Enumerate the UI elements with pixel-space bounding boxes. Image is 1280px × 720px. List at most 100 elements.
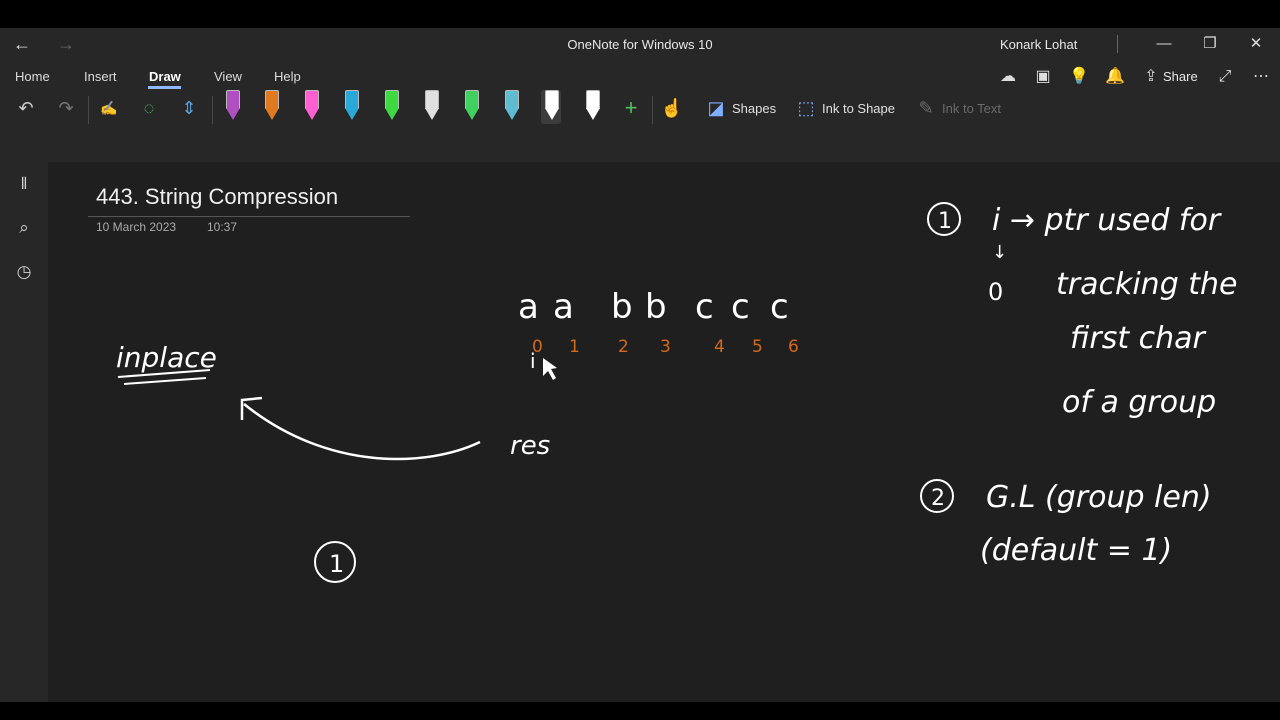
pen-10[interactable] xyxy=(582,90,602,124)
note1-line3: first char xyxy=(1070,321,1207,356)
tab-home[interactable]: Home xyxy=(15,69,50,84)
pen-2[interactable] xyxy=(261,90,281,124)
pen-barrel xyxy=(265,90,279,109)
share-button[interactable]: Share xyxy=(1163,69,1198,84)
pen-9[interactable] xyxy=(541,90,561,124)
pen-8[interactable] xyxy=(501,90,521,124)
curved-arrow xyxy=(243,403,481,461)
pen-barrel xyxy=(586,90,600,109)
window-title: OneNote for Windows 10 xyxy=(567,37,713,52)
inplace-label: inplace xyxy=(116,341,217,374)
pen-barrel xyxy=(505,90,519,109)
sequence-indices: 0123456 xyxy=(532,337,799,357)
share-icon[interactable]: ⇪ xyxy=(1140,66,1162,88)
tab-insert[interactable]: Insert xyxy=(84,69,117,84)
pen-tip xyxy=(505,108,519,120)
pen-tip xyxy=(265,108,279,120)
pen-6[interactable] xyxy=(421,90,441,124)
bottom-bar xyxy=(0,702,1280,720)
sequence-char: b xyxy=(645,287,667,327)
pen-barrel xyxy=(545,90,559,109)
title-separator xyxy=(1117,35,1118,53)
pointer-i: i xyxy=(530,349,536,373)
ink-to-shape-icon[interactable]: ⬚ xyxy=(792,94,820,122)
page-canvas[interactable]: 443. String Compression 10 March 2023 10… xyxy=(48,162,1280,702)
pen-tip xyxy=(305,108,319,120)
inplace-underline-2 xyxy=(123,377,207,385)
pen-tip xyxy=(586,108,600,120)
ink-to-text-button[interactable]: Ink to Text xyxy=(942,101,1001,116)
pen-tip xyxy=(385,108,399,120)
user-name[interactable]: Konark Lohat xyxy=(1000,37,1077,52)
pen-1[interactable] xyxy=(222,90,242,124)
ink-layer: aabbccc 0123456 i res inplace 1 1 i → pt… xyxy=(116,202,1238,583)
sequence-char: a xyxy=(518,287,539,327)
touch-draw-icon[interactable]: ☝ xyxy=(658,94,686,122)
res-label: res xyxy=(510,431,550,461)
lasso-select-icon[interactable]: ◌ xyxy=(135,94,163,122)
notebook-icon[interactable]: ▣ xyxy=(1032,66,1054,88)
lightbulb-icon[interactable]: 💡 xyxy=(1068,66,1090,88)
sequence-char: c xyxy=(695,287,714,327)
note2-number: 2 xyxy=(931,486,945,511)
toolbar-separator xyxy=(652,96,653,124)
ink-to-text-icon[interactable]: ✎ xyxy=(912,94,940,122)
pen-barrel xyxy=(425,90,439,109)
toolbar-separator xyxy=(212,96,213,124)
note1-line4: of a group xyxy=(1062,385,1216,420)
shapes-button[interactable]: Shapes xyxy=(732,101,776,116)
toolbar-separator xyxy=(88,96,89,124)
pen-tip xyxy=(465,108,479,120)
note2-line1: G.L (group len) xyxy=(986,480,1212,515)
bell-icon[interactable]: 🔔 xyxy=(1104,66,1126,88)
pen-tip xyxy=(226,108,240,120)
more-icon[interactable]: ⋯ xyxy=(1250,66,1272,88)
ink-to-shape-button[interactable]: Ink to Shape xyxy=(822,101,895,116)
pen-tip xyxy=(345,108,359,120)
pen-3[interactable] xyxy=(301,90,321,124)
shapes-icon[interactable]: ◪ xyxy=(702,94,730,122)
circled-one-left-text: 1 xyxy=(329,550,344,578)
pen-5[interactable] xyxy=(381,90,401,124)
pen-barrel xyxy=(305,90,319,109)
sequence-index: 5 xyxy=(752,337,763,357)
notebooks-icon[interactable]: 𝍪 xyxy=(12,172,36,196)
sequence-char: b xyxy=(611,287,633,327)
tab-view[interactable]: View xyxy=(214,69,242,84)
pen-tip xyxy=(425,108,439,120)
sequence-index: 4 xyxy=(714,337,725,357)
pen-4[interactable] xyxy=(341,90,361,124)
sequence-index: 6 xyxy=(788,337,799,357)
note1-number: 1 xyxy=(938,209,952,234)
sequence-letters: aabbccc xyxy=(518,287,789,327)
sequence-index: 2 xyxy=(618,337,629,357)
expand-icon[interactable]: ⤢ xyxy=(1214,66,1236,88)
note1-down-arrow: ↓ xyxy=(992,242,1007,263)
sync-icon[interactable]: ☁ xyxy=(997,66,1019,88)
tab-help[interactable]: Help xyxy=(274,69,301,84)
add-space-icon[interactable]: ⇕ xyxy=(175,94,203,122)
search-icon[interactable]: ⌕ xyxy=(12,216,36,240)
active-tab-indicator xyxy=(148,86,181,89)
pen-tip xyxy=(545,108,559,120)
type-select-icon[interactable]: ✍ xyxy=(95,94,123,122)
mouse-cursor-icon xyxy=(543,358,557,380)
recent-icon[interactable]: ◷ xyxy=(12,260,36,284)
sequence-char: c xyxy=(731,287,750,327)
onenote-window: ← → OneNote for Windows 10 Konark Lohat … xyxy=(0,28,1280,702)
note1-arrow-value: 0 xyxy=(988,278,1003,306)
title-bar: ← → OneNote for Windows 10 Konark Lohat … xyxy=(0,28,1280,60)
sequence-index: 1 xyxy=(569,337,580,357)
undo-icon[interactable]: ↶ xyxy=(12,94,40,122)
close-icon[interactable]: ✕ xyxy=(1241,32,1271,56)
ribbon: Home Insert Draw View Help ☁ ▣ 💡 🔔 ⇪ Sha… xyxy=(0,60,1280,162)
pen-7[interactable] xyxy=(461,90,481,124)
redo-icon[interactable]: ↷ xyxy=(52,94,80,122)
restore-icon[interactable]: ❐ xyxy=(1195,32,1225,56)
note2-line2: (default = 1) xyxy=(980,533,1172,568)
add-pen-icon[interactable]: + xyxy=(617,94,645,122)
minimize-icon[interactable]: — xyxy=(1149,32,1179,56)
tab-draw[interactable]: Draw xyxy=(149,69,181,84)
note1-line2: tracking the xyxy=(1056,267,1238,302)
pen-barrel xyxy=(465,90,479,109)
